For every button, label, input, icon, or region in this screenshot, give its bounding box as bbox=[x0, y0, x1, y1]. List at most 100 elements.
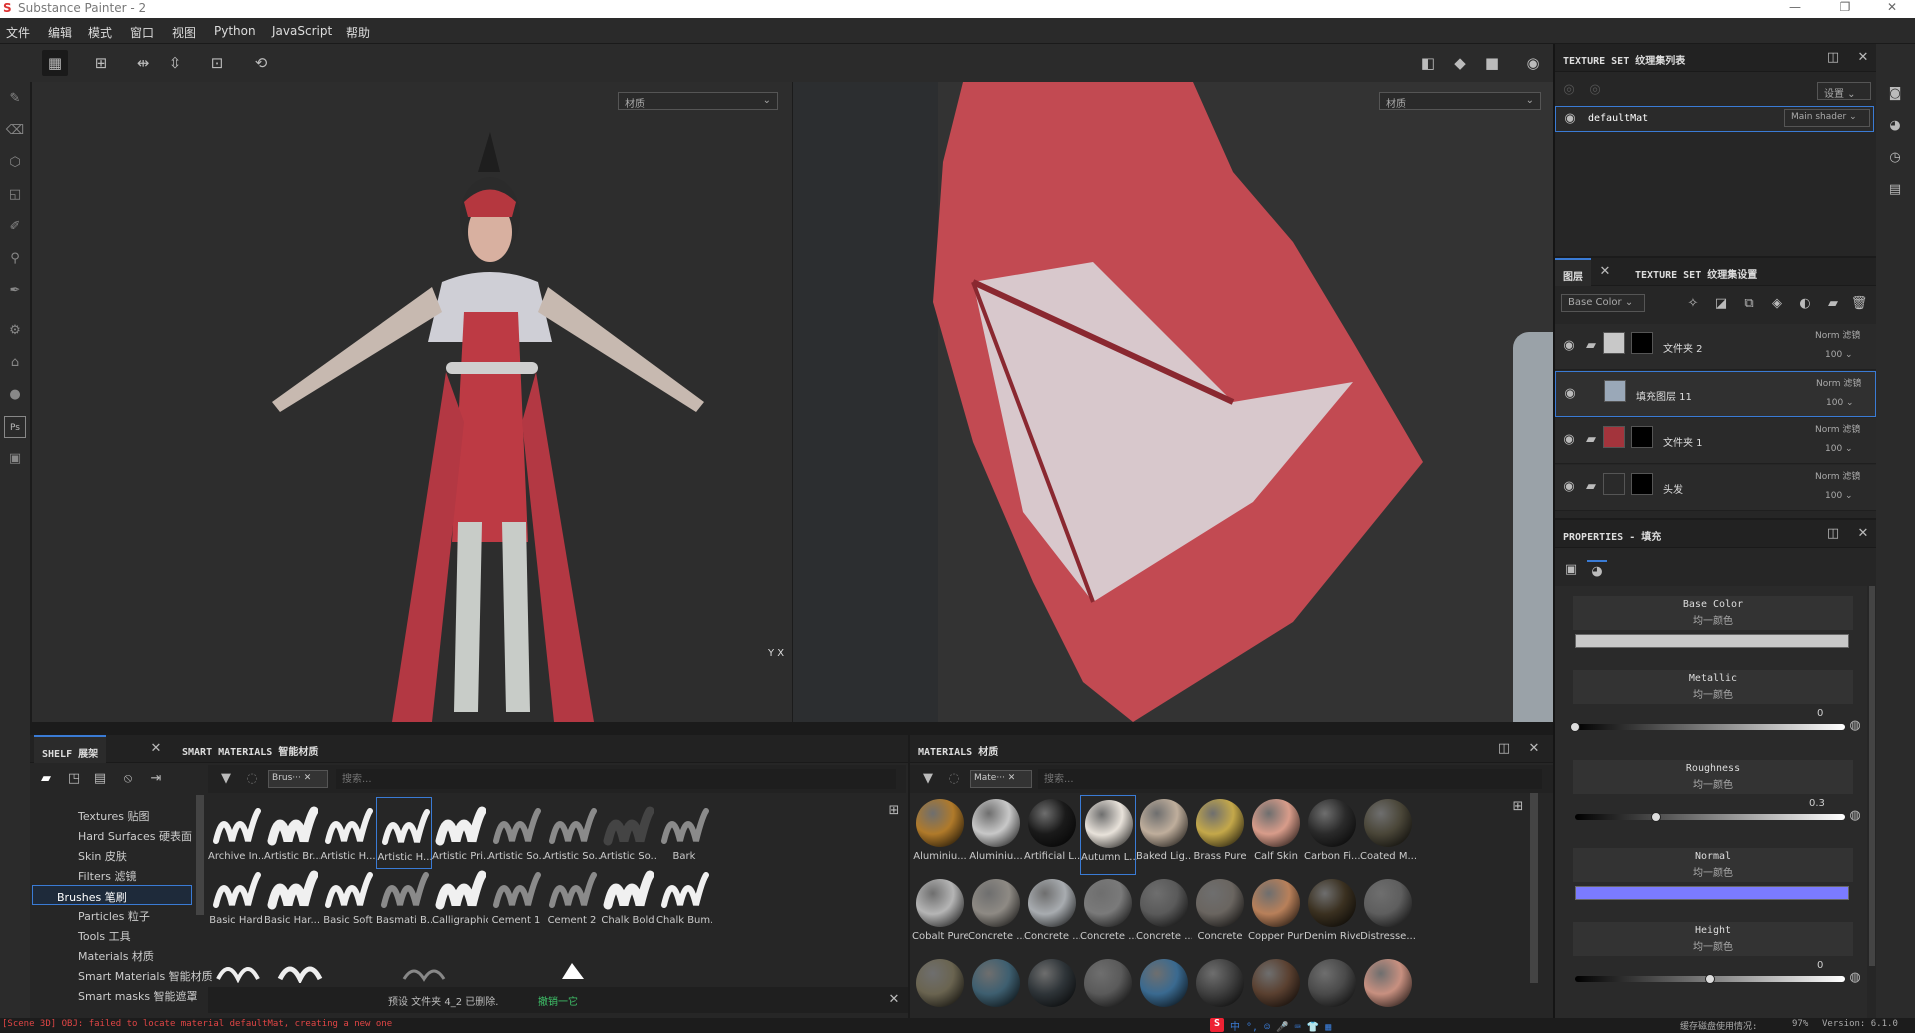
tab-smart-materials[interactable]: SMART MATERIALS 智能材质 bbox=[174, 735, 326, 763]
history-icon[interactable]: ⟲ bbox=[248, 50, 274, 76]
brush-thumbnail[interactable]: Artistic So... bbox=[544, 797, 600, 869]
material-thumbnail[interactable]: Concrete ... bbox=[1080, 875, 1136, 955]
brush-thumbnail[interactable]: Basic Har... bbox=[264, 861, 320, 933]
hide-icon[interactable]: ⦸ bbox=[118, 769, 138, 789]
material-thumbnail[interactable] bbox=[912, 955, 968, 1018]
material-thumbnail[interactable] bbox=[1192, 955, 1248, 1018]
material-thumbnail[interactable]: Coated M... bbox=[1360, 795, 1416, 875]
category-item[interactable]: Filters 滤镜 bbox=[54, 865, 214, 885]
eye-icon[interactable]: ◉ bbox=[1559, 477, 1579, 497]
brush-thumbnail[interactable]: Chalk Bold bbox=[600, 861, 656, 933]
close-icon[interactable]: ✕ bbox=[1524, 739, 1544, 759]
brush-thumbnail[interactable]: Basic Soft bbox=[320, 861, 376, 933]
eye-icon[interactable]: ◉ bbox=[1560, 109, 1580, 129]
category-item[interactable]: Skin 皮肤 bbox=[54, 845, 214, 865]
material-icon[interactable]: ◕ bbox=[1587, 560, 1607, 580]
material-ball-icon[interactable]: ● bbox=[4, 384, 26, 406]
photoshop-export-icon[interactable]: Ps bbox=[4, 416, 26, 438]
materials-scrollbar[interactable] bbox=[1530, 793, 1538, 983]
close-window-button[interactable]: ✕ bbox=[1872, 0, 1912, 18]
materials-search-input[interactable] bbox=[1038, 769, 1542, 789]
category-item[interactable]: Hard Surfaces 硬表面 bbox=[54, 825, 214, 845]
shelf-search-input[interactable] bbox=[336, 769, 896, 789]
export-icon[interactable]: ▣ bbox=[4, 448, 26, 470]
projection-icon[interactable]: ⬡ bbox=[4, 152, 26, 174]
menu-mode[interactable]: 模式 bbox=[88, 24, 112, 41]
settings-gear-icon[interactable]: ⚙ bbox=[4, 320, 26, 342]
category-item[interactable]: Smart masks 智能遮罩 bbox=[54, 985, 214, 1005]
properties-scrollbar[interactable] bbox=[1869, 586, 1875, 966]
metallic-slider[interactable] bbox=[1575, 724, 1845, 730]
category-item[interactable]: Smart Materials 智能材质 bbox=[54, 965, 214, 985]
category-item[interactable]: Textures 贴图 bbox=[54, 805, 214, 825]
tab-layers[interactable]: 图层 bbox=[1555, 258, 1591, 286]
normal-swatch[interactable] bbox=[1575, 886, 1849, 900]
database-icon[interactable]: ▤ bbox=[90, 769, 110, 789]
grid-select-icon[interactable]: ▦ bbox=[42, 50, 68, 76]
ime-toolbar[interactable]: 中 °, ☺ 🎤 ⌨ 👕 ▦ bbox=[1230, 1018, 1331, 1033]
add-fill-icon[interactable]: ◈ bbox=[1767, 294, 1787, 314]
split-view-icon[interactable]: ◧ bbox=[1415, 50, 1441, 76]
material-thumbnail[interactable]: Autumn L... bbox=[1080, 795, 1137, 875]
filter-tag[interactable]: Brus··· ✕ bbox=[268, 770, 328, 788]
color-picker-icon[interactable]: ◍ bbox=[1845, 806, 1865, 826]
camera-video-icon[interactable]: ■ bbox=[1479, 50, 1505, 76]
viewport-2d[interactable]: 材质 ⌄ bbox=[793, 82, 1553, 722]
color-picker-icon[interactable]: ◍ bbox=[1845, 968, 1865, 988]
menu-window[interactable]: 窗口 bbox=[130, 24, 154, 41]
add-effect-icon[interactable]: ◪ bbox=[1711, 294, 1731, 314]
minimize-button[interactable]: — bbox=[1775, 0, 1815, 18]
eye-icon[interactable]: ◉ bbox=[1559, 336, 1579, 356]
category-item[interactable]: Materials 材质 bbox=[54, 945, 214, 965]
material-thumbnail[interactable] bbox=[1248, 955, 1304, 1018]
metallic-slider-knob[interactable] bbox=[1570, 722, 1580, 732]
material-thumbnail[interactable]: Copper Pure bbox=[1248, 875, 1304, 955]
magic-wand-icon[interactable]: ✧ bbox=[1683, 294, 1703, 314]
delete-trash-icon[interactable]: 🗑 bbox=[1849, 294, 1869, 314]
close-icon[interactable]: ✕ bbox=[1595, 262, 1615, 282]
layer-row[interactable]: ◉ ▰ 文件夹 2 Norm 滤镜 100 ⌄ bbox=[1555, 324, 1876, 370]
category-item[interactable]: Particles 粒子 bbox=[54, 905, 214, 925]
roughness-slider-knob[interactable] bbox=[1651, 812, 1661, 822]
uv-grid-icon[interactable]: ⊞ bbox=[88, 50, 114, 76]
bake-icon[interactable]: ⌂ bbox=[4, 352, 26, 374]
eraser-icon[interactable]: ⌫ bbox=[4, 120, 26, 142]
material-thumbnail[interactable]: Calf Skin bbox=[1248, 795, 1304, 875]
close-icon[interactable]: ✕ bbox=[1853, 524, 1873, 544]
material-thumbnail[interactable] bbox=[1080, 955, 1136, 1018]
channel-select[interactable]: Base Color ⌄ bbox=[1561, 294, 1645, 312]
texset-item[interactable]: ◉ defaultMat Main shader ⌄ bbox=[1555, 106, 1874, 132]
texset-settings-select[interactable]: 设置 ⌄ bbox=[1817, 82, 1871, 100]
ime-logo-icon[interactable]: S bbox=[1210, 1018, 1224, 1032]
brush-thumbnail[interactable]: Calligraphic bbox=[432, 861, 488, 933]
eye-icon[interactable]: ◉ bbox=[1559, 430, 1579, 450]
brush-thumbnail[interactable]: Artistic H... bbox=[320, 797, 376, 869]
brush-thumbnail[interactable]: Bark bbox=[656, 797, 712, 869]
basecolor-swatch[interactable] bbox=[1575, 634, 1849, 648]
clone-stamp-icon[interactable]: ⚲ bbox=[4, 248, 26, 270]
cube-view-icon[interactable]: ◆ bbox=[1447, 50, 1473, 76]
new-folder-icon[interactable]: ◳ bbox=[64, 769, 84, 789]
polygon-fill-icon[interactable]: ◱ bbox=[4, 184, 26, 206]
shader-select[interactable]: Main shader ⌄ bbox=[1784, 109, 1870, 127]
undock-icon[interactable]: ◫ bbox=[1823, 48, 1843, 68]
layer-row[interactable]: ◉ 填充图层 11 Norm 滤镜 100 ⌄ bbox=[1555, 371, 1876, 417]
eye-icon[interactable]: ◉ bbox=[1560, 384, 1580, 404]
brush-thumbnail[interactable]: Cement 1 bbox=[488, 861, 544, 933]
menu-javascript[interactable]: JavaScript bbox=[272, 24, 332, 38]
viewport-3d-mode-select[interactable]: 材质 ⌄ bbox=[618, 92, 778, 110]
material-thumbnail[interactable] bbox=[1360, 955, 1416, 1018]
history-clock-icon[interactable]: ◷ bbox=[1885, 148, 1905, 168]
brush-thumbnail[interactable]: Artistic Pri... bbox=[432, 797, 488, 869]
menu-view[interactable]: 视图 bbox=[172, 24, 196, 41]
filter-tag[interactable]: Mate··· ✕ bbox=[970, 770, 1032, 788]
brush-thumbnail[interactable]: Cement 2 bbox=[544, 861, 600, 933]
material-thumbnail[interactable] bbox=[1304, 955, 1360, 1018]
category-item-selected[interactable]: Brushes 笔刷 bbox=[32, 885, 192, 905]
undock-icon[interactable]: ◫ bbox=[1494, 739, 1514, 759]
folder-icon[interactable]: ▰ bbox=[36, 769, 56, 789]
layer-row[interactable]: ◉ ▰ 头发 Norm 滤镜 100 ⌄ bbox=[1555, 465, 1876, 511]
display-settings-icon[interactable]: ◙ bbox=[1885, 84, 1905, 104]
maximize-button[interactable]: ❐ bbox=[1825, 0, 1865, 18]
layer-row[interactable]: ◉ ▰ 文件夹 1 Norm 滤镜 100 ⌄ bbox=[1555, 418, 1876, 464]
